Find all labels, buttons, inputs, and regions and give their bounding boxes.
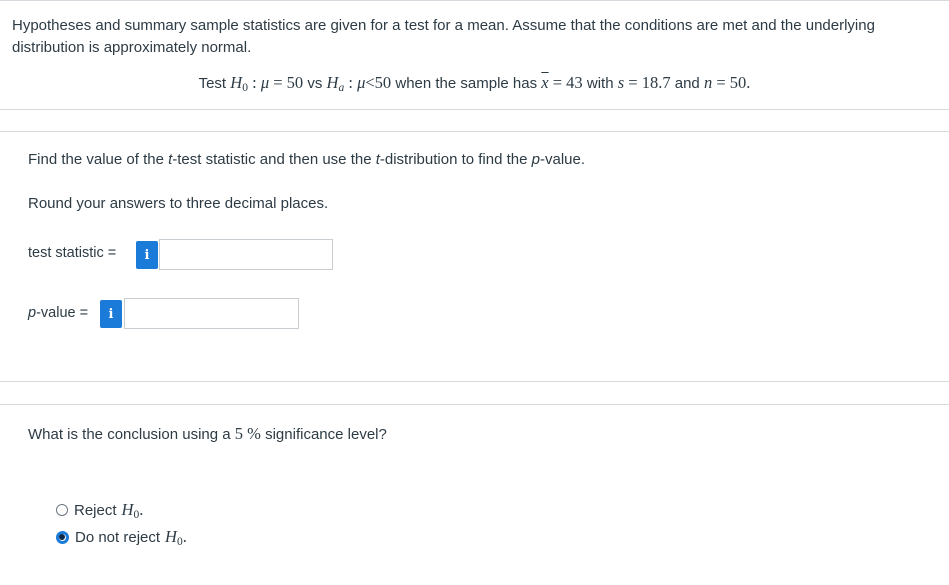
with-word: with — [586, 75, 614, 92]
section-divider-1b — [0, 131, 949, 132]
ha-value: <50 — [365, 73, 392, 92]
test-statistic-input[interactable] — [159, 239, 333, 270]
option-reject[interactable]: Reject H0. — [56, 500, 143, 521]
reject-radio[interactable] — [56, 504, 68, 516]
hypotheses-line: Test H0 : μ = 50 vs Ha : μ<50 when the s… — [198, 73, 751, 94]
p-value-input[interactable] — [124, 298, 299, 329]
n-value: = 50. — [716, 73, 751, 92]
h0-value: = 50 — [273, 73, 304, 92]
p-value-info-icon[interactable]: i — [100, 300, 122, 328]
option-do-not-reject[interactable]: Do not reject H0. — [56, 527, 187, 548]
rounding-instruction: Round your answers to three decimal plac… — [28, 195, 329, 212]
top-divider — [0, 0, 949, 1]
vs-word: vs — [307, 75, 323, 92]
s-value: = 18.7 — [628, 73, 671, 92]
test-statistic-label: test statistic = — [28, 245, 117, 261]
and-word: and — [674, 75, 700, 92]
section-divider-2a — [0, 381, 949, 382]
p-value-label: p-value = — [28, 305, 89, 321]
reject-label: Reject — [74, 501, 117, 519]
part1-instruction: Find the value of the t-test statistic a… — [28, 151, 586, 168]
test-statistic-info-icon[interactable]: i — [136, 241, 158, 269]
sample-text: when the sample has — [395, 75, 538, 92]
section-divider-1a — [0, 109, 949, 110]
do-not-reject-radio[interactable] — [56, 530, 69, 544]
section-divider-2b — [0, 404, 949, 405]
hyp-prefix: Test — [198, 75, 227, 92]
problem-intro: Hypotheses and summary sample statistics… — [12, 17, 875, 56]
do-not-reject-label: Do not reject — [75, 528, 161, 546]
part2-question: What is the conclusion using a 5 % signi… — [28, 424, 387, 443]
xbar-value: = 43 — [552, 73, 583, 92]
